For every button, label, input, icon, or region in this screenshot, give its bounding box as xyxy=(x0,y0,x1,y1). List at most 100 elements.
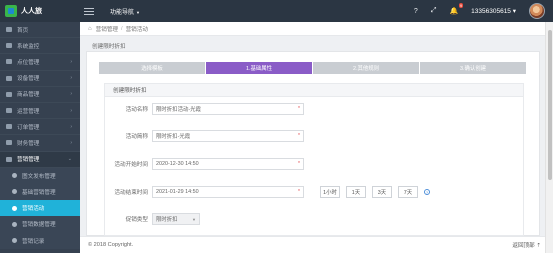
sidebar-subitem-records[interactable]: 营销记录 xyxy=(0,232,80,249)
function-nav-dropdown[interactable]: 功能导航 ▼ xyxy=(110,7,140,16)
quick-1-day-button[interactable]: 1天 xyxy=(346,186,366,198)
back-to-top-link[interactable]: 返回顶部 ⇡ xyxy=(512,241,545,249)
sidebar-subitem-label: 基础营销管理 xyxy=(22,189,56,196)
sidebar-subitem-data[interactable]: 营销数据管理 xyxy=(0,216,80,233)
sidebar-subitem-activities[interactable]: 营销活动 xyxy=(0,200,80,217)
sidebar-item-devices[interactable]: 设备管理 › xyxy=(0,71,80,87)
sidebar-item-label: 商品管理 xyxy=(17,92,40,99)
top-navbar: 人人旅 功能导航 ▼ ? ⤢ 🔔 9 13356305615 ▾ xyxy=(0,0,553,22)
finance-icon xyxy=(6,140,12,146)
field-value: 限时折扣活动-光霞 xyxy=(156,107,201,113)
chevron-down-icon: ▼ xyxy=(192,216,196,222)
activity-short-name-field[interactable]: 限时折扣-光霞 * xyxy=(152,130,304,142)
sidebar-subitem-basic[interactable]: 基础营销管理 xyxy=(0,183,80,201)
field-label: 活动开始时间 xyxy=(114,162,148,168)
bell-icon[interactable]: 🔔 9 xyxy=(449,3,464,15)
sidebar-item-finance[interactable]: 财务管理 › xyxy=(0,135,80,152)
required-marker: * xyxy=(298,133,300,139)
field-label: 活动名称 xyxy=(125,107,148,113)
notification-badge: 9 xyxy=(458,3,464,8)
sidebar-item-monitor[interactable]: 系统监控 xyxy=(0,38,80,55)
quick-7-days-button[interactable]: 7天 xyxy=(398,186,418,198)
footer: © 2018 Copyright. 返回顶部 ⇡ xyxy=(80,236,545,253)
sidebar-item-label: 财务管理 xyxy=(17,140,40,147)
step-confirm[interactable]: 3.确认创建 xyxy=(420,62,526,74)
goods-icon xyxy=(6,91,12,97)
device-icon xyxy=(6,75,12,81)
avatar[interactable] xyxy=(529,3,545,19)
form-row-activity-short: 活动简称 限时折扣-光霞 * xyxy=(104,129,524,143)
breadcrumb: ⌂ 营销管理 / 营销活动 xyxy=(80,22,545,36)
circle-icon xyxy=(12,238,17,244)
field-value: 2020-12-30 14:50 xyxy=(156,161,199,167)
brand-name: 人人旅 xyxy=(21,8,42,15)
vertical-scrollbar[interactable] xyxy=(545,22,553,253)
chevron-right-icon: › xyxy=(70,123,72,130)
sidebar-item-ops[interactable]: 运营管理 › xyxy=(0,103,80,120)
quick-1-hour-button[interactable]: 1小时 xyxy=(320,186,340,198)
home-icon[interactable]: ⌂ xyxy=(88,26,92,32)
required-marker: * xyxy=(298,106,300,112)
field-label: 活动结束时间 xyxy=(114,190,148,196)
chevron-up-icon: ⇡ xyxy=(536,243,541,249)
question-icon[interactable]: ? xyxy=(414,8,418,15)
breadcrumb-separator: / xyxy=(121,25,123,32)
breadcrumb-item[interactable]: 营销管理 xyxy=(96,25,118,33)
sidebar-subitem-label: 营销活动 xyxy=(22,206,45,213)
sidebar-subitem-publish[interactable]: 图文发布管理 xyxy=(0,167,80,184)
circle-icon xyxy=(12,173,17,179)
circle-icon xyxy=(12,221,17,227)
marketing-icon xyxy=(6,156,12,162)
sidebar-item-marketing[interactable]: 营销管理 ⌄ xyxy=(0,151,80,168)
help-icon[interactable]: ? xyxy=(424,189,430,195)
sidebar-item-label: 订单管理 xyxy=(17,124,40,131)
pin-icon xyxy=(6,59,12,65)
sidebar-item-label: 首页 xyxy=(17,27,29,34)
chevron-right-icon: › xyxy=(70,91,72,98)
ops-icon xyxy=(6,108,12,114)
sidebar-item-label: 设备管理 xyxy=(17,76,40,83)
form-row-promo-type: 促销类型 限时折扣 ▼ xyxy=(104,212,524,226)
sidebar-item-goods[interactable]: 商品管理 › xyxy=(0,87,80,103)
function-nav-label: 功能导航 xyxy=(110,9,135,16)
sidebar-item-label: 运营管理 xyxy=(17,108,40,115)
field-value: 2021-01-29 14:50 xyxy=(156,189,199,195)
monitor-icon xyxy=(6,43,12,49)
sidebar: 首页 系统监控 点位管理 › 设备管理 › 商品管理 › 运营管理 › 订单管理 › 财务… xyxy=(0,22,80,253)
end-time-field[interactable]: 2021-01-29 14:50 * xyxy=(152,186,304,198)
form-row-end-time: 活动结束时间 2021-01-29 14:50 * 1小时 1天 3天 7天 ? xyxy=(104,185,524,199)
home-icon xyxy=(6,27,12,33)
chevron-down-icon: ▾ xyxy=(512,8,516,15)
step-other-rules[interactable]: 2.其他规则 xyxy=(313,62,419,74)
quick-3-days-button[interactable]: 3天 xyxy=(372,186,392,198)
start-time-field[interactable]: 2020-12-30 14:50 * xyxy=(152,158,304,170)
breadcrumb-item: 营销活动 xyxy=(125,26,148,33)
copyright: © 2018 Copyright. xyxy=(88,242,134,248)
sidebar-subitem-label: 图文发布管理 xyxy=(22,173,56,180)
step-basic-attributes[interactable]: 1.基础属性 xyxy=(206,62,312,74)
field-value: 限时折扣-光霞 xyxy=(156,134,191,140)
sidebar-item-orders[interactable]: 订单管理 › xyxy=(0,119,80,136)
menu-toggle-icon[interactable] xyxy=(84,7,94,15)
sidebar-item-points[interactable]: 点位管理 › xyxy=(0,54,80,71)
sidebar-subitem-label: 营销记录 xyxy=(22,238,45,245)
brand-logo[interactable]: 人人旅 xyxy=(0,0,80,22)
step-select-template[interactable]: 选择模板 xyxy=(99,62,205,74)
sidebar-item-home[interactable]: 首页 xyxy=(0,22,80,39)
activity-name-field[interactable]: 限时折扣活动-光霞 * xyxy=(152,103,304,115)
expand-icon[interactable]: ⤢ xyxy=(431,7,437,15)
username: 13356305615 xyxy=(471,8,511,15)
page-title: 创建限时折扣 xyxy=(92,44,126,50)
sidebar-item-label: 营销管理 xyxy=(17,157,40,164)
chevron-right-icon: › xyxy=(70,139,72,146)
sidebar-item-label: 点位管理 xyxy=(17,59,40,66)
form-row-start-time: 活动开始时间 2020-12-30 14:50 * xyxy=(104,157,524,171)
user-menu[interactable]: 13356305615 ▾ xyxy=(471,7,516,15)
circle-icon xyxy=(12,189,17,195)
logo-icon xyxy=(5,5,17,17)
promo-type-select[interactable]: 限时折扣 ▼ xyxy=(152,213,200,225)
scrollbar-thumb[interactable] xyxy=(548,30,552,180)
field-label: 活动简称 xyxy=(125,134,148,140)
sidebar-item-label: 系统监控 xyxy=(17,43,40,50)
header-actions: ? ⤢ 🔔 9 13356305615 ▾ xyxy=(414,3,553,19)
